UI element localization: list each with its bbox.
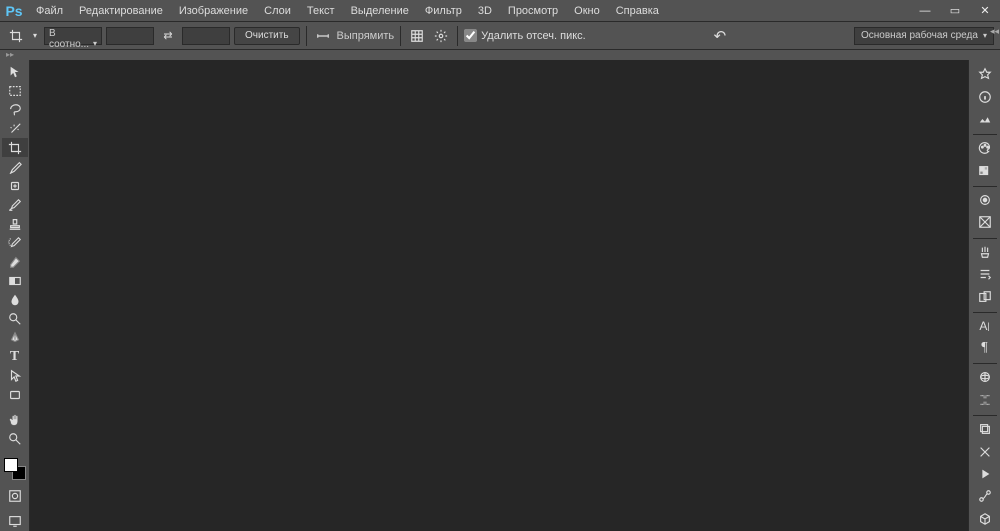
- dock-separator: [973, 363, 997, 364]
- eraser-tool[interactable]: [2, 252, 28, 271]
- workspace-select[interactable]: Основная рабочая среда▾: [854, 27, 994, 45]
- app-logo: Ps: [0, 0, 28, 21]
- 3d-cube-panel-icon[interactable]: [972, 509, 998, 529]
- 3d-panel-icon[interactable]: [972, 367, 998, 387]
- dock-separator: [973, 186, 997, 187]
- blur-tool[interactable]: [2, 290, 28, 309]
- screen-mode-toggle[interactable]: [2, 511, 28, 530]
- gradient-tool[interactable]: [2, 271, 28, 290]
- paragraph-panel-icon[interactable]: ¶: [972, 338, 998, 358]
- color-panel-icon[interactable]: [972, 138, 998, 158]
- separator: [400, 26, 401, 46]
- dock-separator: [973, 238, 997, 239]
- shape-tool[interactable]: [2, 385, 28, 404]
- path-select-tool[interactable]: [2, 366, 28, 385]
- hand-tool[interactable]: [2, 410, 28, 429]
- color-swatches[interactable]: [4, 458, 26, 480]
- brush-tool[interactable]: [2, 195, 28, 214]
- menu-image[interactable]: Изображение: [171, 0, 256, 21]
- crop-width-input[interactable]: [106, 27, 154, 45]
- type-tool[interactable]: T: [2, 347, 28, 366]
- stamp-tool[interactable]: [2, 214, 28, 233]
- delete-cropped-input[interactable]: [464, 29, 477, 42]
- collapse-panels-icon[interactable]: ◂◂: [990, 26, 999, 37]
- tool-preset-dropdown-icon[interactable]: ▾: [30, 26, 40, 46]
- paths-panel-icon[interactable]: [972, 486, 998, 506]
- separator: [457, 26, 458, 46]
- crop-height-input[interactable]: [182, 27, 230, 45]
- lasso-tool[interactable]: [2, 100, 28, 119]
- layers-panel-icon[interactable]: [972, 419, 998, 439]
- menu-filter[interactable]: Фильтр: [417, 0, 470, 21]
- straighten-icon[interactable]: [313, 26, 333, 46]
- crop-ratio-label: В соотно...: [49, 28, 89, 50]
- clear-button[interactable]: Очистить: [234, 27, 300, 45]
- navigator-panel-icon[interactable]: [972, 109, 998, 129]
- delete-cropped-label: Удалить отсеч. пикс.: [481, 30, 586, 42]
- crop-ratio-select[interactable]: В соотно...▾: [44, 27, 102, 45]
- window-minimize-button[interactable]: —: [912, 4, 938, 18]
- histogram-panel-icon[interactable]: [972, 64, 998, 84]
- adjustments-panel-icon[interactable]: [972, 212, 998, 232]
- info-panel-icon[interactable]: [972, 86, 998, 106]
- menu-edit[interactable]: Редактирование: [71, 0, 171, 21]
- expand-toolbox-icon[interactable]: ▸▸: [0, 50, 1000, 60]
- options-bar: ▾ В соотно...▾ ⇄ Очистить Выпрямить Удал…: [0, 22, 1000, 50]
- crop-tool[interactable]: [2, 138, 28, 157]
- menu-file[interactable]: Файл: [28, 0, 71, 21]
- canvas-area[interactable]: [30, 60, 968, 531]
- quick-mask-toggle[interactable]: [2, 486, 28, 505]
- separator: [306, 26, 307, 46]
- character-panel-icon[interactable]: A|: [972, 316, 998, 336]
- workspace: T A| ¶: [0, 60, 1000, 531]
- menu-bar: Ps Файл Редактирование Изображение Слои …: [0, 0, 1000, 22]
- menu-select[interactable]: Выделение: [343, 0, 417, 21]
- menu-window[interactable]: Окно: [566, 0, 608, 21]
- crop-tool-icon[interactable]: [6, 26, 26, 46]
- tool-presets-panel-icon[interactable]: [972, 441, 998, 461]
- dock-separator: [973, 415, 997, 416]
- zoom-tool[interactable]: [2, 429, 28, 448]
- actions-panel-icon[interactable]: [972, 464, 998, 484]
- overlay-grid-icon[interactable]: [407, 26, 427, 46]
- dodge-tool[interactable]: [2, 309, 28, 328]
- measurement-panel-icon[interactable]: [972, 390, 998, 410]
- gear-icon[interactable]: [431, 26, 451, 46]
- eyedropper-tool[interactable]: [2, 157, 28, 176]
- foreground-color-swatch[interactable]: [4, 458, 18, 472]
- toolbox: T: [0, 60, 30, 531]
- pen-tool[interactable]: [2, 328, 28, 347]
- right-panel-dock: A| ¶: [968, 60, 1000, 531]
- swap-dimensions-icon[interactable]: ⇄: [158, 26, 178, 46]
- marquee-tool[interactable]: [2, 81, 28, 100]
- menu-layers[interactable]: Слои: [256, 0, 299, 21]
- menu-view[interactable]: Просмотр: [500, 0, 566, 21]
- wand-tool[interactable]: [2, 119, 28, 138]
- history-brush-tool[interactable]: [2, 233, 28, 252]
- brush-presets-panel-icon[interactable]: [972, 264, 998, 284]
- swatches-panel-icon[interactable]: [972, 161, 998, 181]
- menu-3d[interactable]: 3D: [470, 0, 500, 21]
- reset-crop-icon[interactable]: ↶: [710, 26, 730, 46]
- clone-source-panel-icon[interactable]: [972, 286, 998, 306]
- dock-separator: [973, 312, 997, 313]
- menu-text[interactable]: Текст: [299, 0, 343, 21]
- menu-help[interactable]: Справка: [608, 0, 667, 21]
- styles-panel-icon[interactable]: [972, 190, 998, 210]
- brush-panel-icon[interactable]: [972, 241, 998, 261]
- window-close-button[interactable]: ✕: [972, 4, 998, 18]
- window-maximize-button[interactable]: ▭: [942, 4, 968, 18]
- straighten-label: Выпрямить: [337, 30, 395, 42]
- dock-separator: [973, 134, 997, 135]
- move-tool[interactable]: [2, 62, 28, 81]
- delete-cropped-checkbox[interactable]: Удалить отсеч. пикс.: [464, 29, 586, 42]
- spot-heal-tool[interactable]: [2, 176, 28, 195]
- workspace-label: Основная рабочая среда: [861, 30, 978, 41]
